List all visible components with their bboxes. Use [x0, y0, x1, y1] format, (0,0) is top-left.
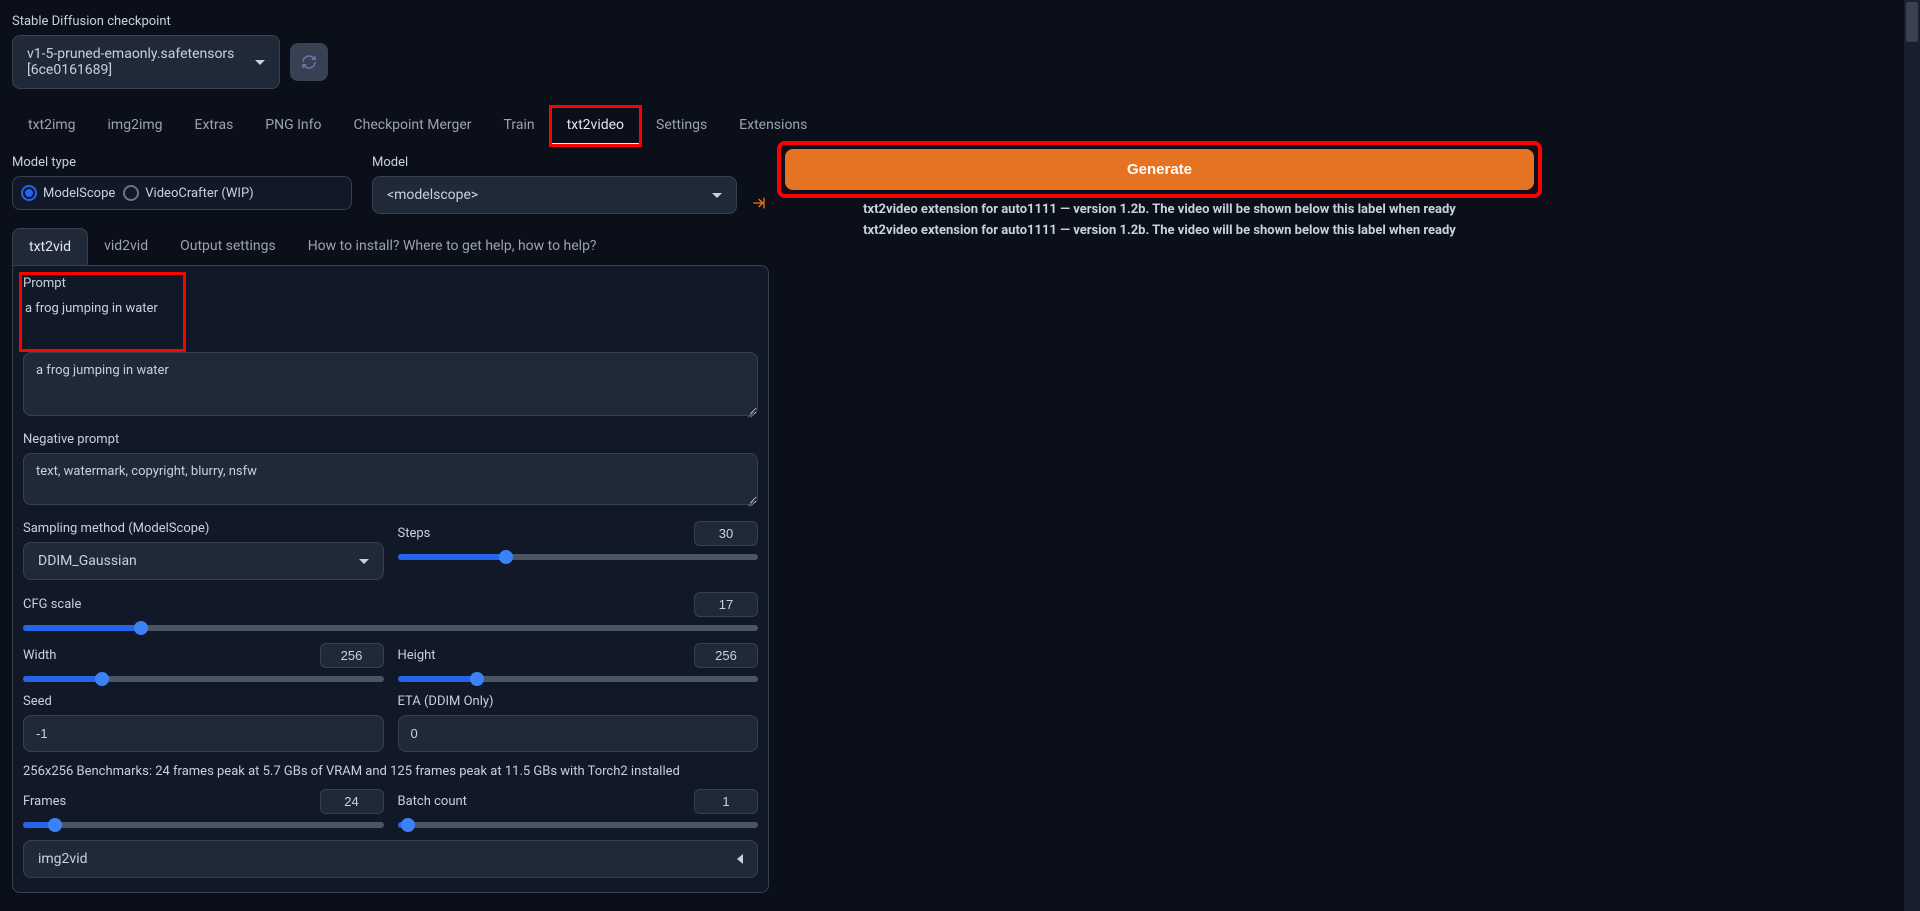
main-tabs: txt2img img2img Extras PNG Info Checkpoi…	[12, 107, 1538, 145]
img2vid-accordion[interactable]: img2vid	[23, 840, 758, 878]
tab-img2img[interactable]: img2img	[92, 107, 179, 145]
prompt-value-preview: a frog jumping in water	[23, 297, 182, 320]
chevron-down-icon	[255, 60, 265, 65]
eta-input[interactable]	[398, 715, 759, 752]
scrollbar-thumb[interactable]	[1906, 2, 1918, 42]
model-type-radio-group: ModelScope VideoCrafter (WIP)	[12, 176, 352, 210]
sampling-value: DDIM_Gaussian	[38, 553, 137, 569]
send-to-end-button[interactable]	[747, 195, 769, 214]
steps-number[interactable]	[694, 521, 758, 546]
benchmark-text: 256x256 Benchmarks: 24 frames peak at 5.…	[23, 764, 758, 779]
model-value: <modelscope>	[387, 187, 478, 203]
width-label: Width	[23, 648, 56, 663]
chevron-left-icon	[737, 854, 743, 864]
tab-pnginfo[interactable]: PNG Info	[249, 107, 337, 145]
radio-icon	[21, 185, 37, 201]
tab-extensions[interactable]: Extensions	[723, 107, 823, 145]
neg-prompt-label: Negative prompt	[23, 432, 758, 447]
checkpoint-label: Stable Diffusion checkpoint	[12, 14, 1538, 29]
eta-label: ETA (DDIM Only)	[398, 694, 759, 709]
cfg-number[interactable]	[694, 592, 758, 617]
tab-txt2img[interactable]: txt2img	[12, 107, 92, 145]
frames-slider[interactable]	[23, 822, 384, 828]
negative-prompt-textarea[interactable]	[23, 453, 758, 505]
radio-label: ModelScope	[43, 186, 115, 201]
tab-extras[interactable]: Extras	[179, 107, 250, 145]
seed-input[interactable]	[23, 715, 384, 752]
radio-videocrafter[interactable]: VideoCrafter (WIP)	[123, 185, 253, 201]
generate-button[interactable]: Generate	[785, 149, 1534, 190]
scrollbar[interactable]	[1904, 0, 1920, 911]
generate-highlight: Generate	[781, 145, 1538, 194]
model-dropdown[interactable]: <modelscope>	[372, 176, 737, 214]
model-label: Model	[372, 155, 737, 170]
frames-number[interactable]	[320, 789, 384, 814]
arrow-end-icon	[750, 195, 766, 211]
sampling-dropdown[interactable]: DDIM_Gaussian	[23, 542, 384, 580]
steps-slider[interactable]	[398, 554, 759, 560]
sampling-label: Sampling method (ModelScope)	[23, 521, 384, 536]
checkpoint-dropdown[interactable]: v1-5-pruned-emaonly.safetensors [6ce0161…	[12, 35, 280, 89]
cfg-label: CFG scale	[23, 597, 81, 612]
chevron-down-icon	[359, 559, 369, 564]
radio-modelscope[interactable]: ModelScope	[21, 185, 115, 201]
radio-icon	[123, 185, 139, 201]
height-label: Height	[398, 648, 436, 663]
chevron-down-icon	[712, 193, 722, 198]
tab-txt2video[interactable]: txt2video	[551, 107, 640, 145]
subtab-output-settings[interactable]: Output settings	[164, 228, 292, 265]
width-number[interactable]	[320, 643, 384, 668]
steps-label: Steps	[398, 526, 431, 541]
batch-slider[interactable]	[398, 822, 759, 828]
batch-number[interactable]	[694, 789, 758, 814]
refresh-checkpoint-button[interactable]	[290, 43, 328, 81]
subtab-how-to-install[interactable]: How to install? Where to get help, how t…	[292, 228, 613, 265]
tab-train[interactable]: Train	[488, 107, 551, 145]
status-text-2: txt2video extension for auto1111 — versi…	[781, 223, 1538, 238]
sub-tabs: txt2vid vid2vid Output settings How to i…	[12, 228, 769, 265]
height-number[interactable]	[694, 643, 758, 668]
model-type-label: Model type	[12, 155, 352, 170]
accordion-label: img2vid	[38, 851, 88, 867]
radio-label: VideoCrafter (WIP)	[145, 186, 253, 201]
frames-label: Frames	[23, 794, 66, 809]
prompt-textarea[interactable]	[23, 352, 758, 416]
width-slider[interactable]	[23, 676, 384, 682]
height-slider[interactable]	[398, 676, 759, 682]
seed-label: Seed	[23, 694, 384, 709]
checkpoint-value: v1-5-pruned-emaonly.safetensors [6ce0161…	[27, 46, 255, 78]
tab-checkpoint-merger[interactable]: Checkpoint Merger	[338, 107, 488, 145]
refresh-icon	[301, 54, 317, 70]
batch-label: Batch count	[398, 794, 467, 809]
cfg-slider[interactable]	[23, 625, 758, 631]
subtab-txt2vid[interactable]: txt2vid	[12, 228, 88, 265]
subtab-vid2vid[interactable]: vid2vid	[88, 228, 164, 265]
tab-settings[interactable]: Settings	[640, 107, 723, 145]
status-text-1: txt2video extension for auto1111 — versi…	[781, 202, 1538, 217]
prompt-label: Prompt	[23, 276, 182, 291]
